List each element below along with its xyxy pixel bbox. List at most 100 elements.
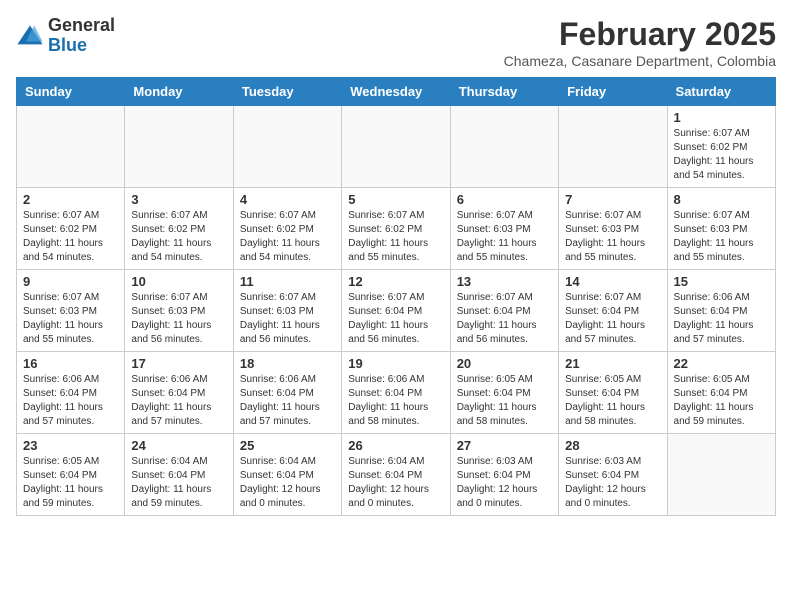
day-number: 21: [565, 356, 660, 371]
calendar-cell: [667, 434, 775, 516]
day-info: Sunrise: 6:07 AM Sunset: 6:03 PM Dayligh…: [674, 209, 769, 265]
calendar-cell: [342, 106, 450, 188]
calendar-cell: 14 Sunrise: 6:07 AM Sunset: 6:04 PM Dayli…: [559, 270, 667, 352]
calendar-cell: 10 Sunrise: 6:07 AM Sunset: 6:03 PM Dayli…: [125, 270, 233, 352]
month-year: February 2025: [504, 16, 776, 53]
calendar-week-5: 23 Sunrise: 6:05 AM Sunset: 6:04 PM Dayli…: [17, 434, 776, 516]
day-number: 10: [131, 274, 226, 289]
day-info: Sunrise: 6:06 AM Sunset: 6:04 PM Dayligh…: [348, 373, 443, 429]
weekday-header-thursday: Thursday: [450, 78, 558, 106]
calendar-week-3: 9Sunrise: 6:07 AM Sunset: 6:03 PM Daylig…: [17, 270, 776, 352]
calendar-week-1: 1 Sunrise: 6:07 AM Sunset: 6:02 PM Daylig…: [17, 106, 776, 188]
day-info: Sunrise: 6:06 AM Sunset: 6:04 PM Dayligh…: [23, 373, 118, 429]
calendar-cell: 4 Sunrise: 6:07 AM Sunset: 6:02 PM Daylig…: [233, 188, 341, 270]
day-number: 23: [23, 438, 118, 453]
day-number: 3: [131, 192, 226, 207]
title-block: February 2025 Chameza, Casanare Departme…: [504, 16, 776, 69]
day-info: Sunrise: 6:07 AM Sunset: 6:03 PM Dayligh…: [240, 291, 335, 347]
calendar-cell: 7Sunrise: 6:07 AM Sunset: 6:03 PM Daylig…: [559, 188, 667, 270]
day-number: 27: [457, 438, 552, 453]
day-info: Sunrise: 6:04 AM Sunset: 6:04 PM Dayligh…: [240, 455, 335, 511]
calendar-cell: 2 Sunrise: 6:07 AM Sunset: 6:02 PM Daylig…: [17, 188, 125, 270]
calendar-cell: 5 Sunrise: 6:07 AM Sunset: 6:02 PM Daylig…: [342, 188, 450, 270]
calendar-cell: 13 Sunrise: 6:07 AM Sunset: 6:04 PM Dayli…: [450, 270, 558, 352]
day-number: 26: [348, 438, 443, 453]
day-info: Sunrise: 6:07 AM Sunset: 6:02 PM Dayligh…: [240, 209, 335, 265]
day-info: Sunrise: 6:04 AM Sunset: 6:04 PM Dayligh…: [131, 455, 226, 511]
calendar-cell: 21 Sunrise: 6:05 AM Sunset: 6:04 PM Dayli…: [559, 352, 667, 434]
day-info: Sunrise: 6:04 AM Sunset: 6:04 PM Dayligh…: [348, 455, 443, 511]
weekday-header-friday: Friday: [559, 78, 667, 106]
day-info: Sunrise: 6:06 AM Sunset: 6:04 PM Dayligh…: [674, 291, 769, 347]
calendar-cell: 8Sunrise: 6:07 AM Sunset: 6:03 PM Daylig…: [667, 188, 775, 270]
logo-general-text: General: [48, 15, 115, 35]
day-number: 6: [457, 192, 552, 207]
calendar-cell: 25 Sunrise: 6:04 AM Sunset: 6:04 PM Dayli…: [233, 434, 341, 516]
day-number: 1: [674, 110, 769, 125]
day-number: 22: [674, 356, 769, 371]
calendar-cell: 27 Sunrise: 6:03 AM Sunset: 6:04 PM Dayli…: [450, 434, 558, 516]
calendar-cell: 16 Sunrise: 6:06 AM Sunset: 6:04 PM Dayli…: [17, 352, 125, 434]
day-info: Sunrise: 6:05 AM Sunset: 6:04 PM Dayligh…: [23, 455, 118, 511]
weekday-header-tuesday: Tuesday: [233, 78, 341, 106]
calendar-cell: 17 Sunrise: 6:06 AM Sunset: 6:04 PM Dayli…: [125, 352, 233, 434]
day-number: 25: [240, 438, 335, 453]
day-number: 11: [240, 274, 335, 289]
day-info: Sunrise: 6:06 AM Sunset: 6:04 PM Dayligh…: [240, 373, 335, 429]
logo: General Blue: [16, 16, 115, 56]
calendar-cell: 19 Sunrise: 6:06 AM Sunset: 6:04 PM Dayli…: [342, 352, 450, 434]
calendar-cell: 26 Sunrise: 6:04 AM Sunset: 6:04 PM Dayli…: [342, 434, 450, 516]
day-info: Sunrise: 6:05 AM Sunset: 6:04 PM Dayligh…: [674, 373, 769, 429]
day-number: 7: [565, 192, 660, 207]
calendar-cell: 11 Sunrise: 6:07 AM Sunset: 6:03 PM Dayli…: [233, 270, 341, 352]
day-info: Sunrise: 6:07 AM Sunset: 6:04 PM Dayligh…: [565, 291, 660, 347]
day-info: Sunrise: 6:07 AM Sunset: 6:02 PM Dayligh…: [674, 127, 769, 183]
calendar-cell: 18 Sunrise: 6:06 AM Sunset: 6:04 PM Dayli…: [233, 352, 341, 434]
day-info: Sunrise: 6:07 AM Sunset: 6:03 PM Dayligh…: [457, 209, 552, 265]
calendar-cell: [17, 106, 125, 188]
calendar-cell: 3Sunrise: 6:07 AM Sunset: 6:02 PM Daylig…: [125, 188, 233, 270]
day-number: 18: [240, 356, 335, 371]
weekday-header-sunday: Sunday: [17, 78, 125, 106]
day-number: 17: [131, 356, 226, 371]
weekday-header-monday: Monday: [125, 78, 233, 106]
calendar-cell: 22 Sunrise: 6:05 AM Sunset: 6:04 PM Dayli…: [667, 352, 775, 434]
page-header: General Blue February 2025 Chameza, Casa…: [16, 16, 776, 69]
logo-blue-text: Blue: [48, 35, 87, 55]
day-info: Sunrise: 6:07 AM Sunset: 6:02 PM Dayligh…: [348, 209, 443, 265]
day-info: Sunrise: 6:07 AM Sunset: 6:04 PM Dayligh…: [457, 291, 552, 347]
calendar-cell: [450, 106, 558, 188]
calendar-cell: 12Sunrise: 6:07 AM Sunset: 6:04 PM Dayli…: [342, 270, 450, 352]
day-number: 4: [240, 192, 335, 207]
day-info: Sunrise: 6:06 AM Sunset: 6:04 PM Dayligh…: [131, 373, 226, 429]
calendar-week-4: 16 Sunrise: 6:06 AM Sunset: 6:04 PM Dayli…: [17, 352, 776, 434]
day-info: Sunrise: 6:03 AM Sunset: 6:04 PM Dayligh…: [457, 455, 552, 511]
day-number: 28: [565, 438, 660, 453]
calendar-cell: 23 Sunrise: 6:05 AM Sunset: 6:04 PM Dayli…: [17, 434, 125, 516]
calendar-cell: 24 Sunrise: 6:04 AM Sunset: 6:04 PM Dayli…: [125, 434, 233, 516]
calendar-cell: 9Sunrise: 6:07 AM Sunset: 6:03 PM Daylig…: [17, 270, 125, 352]
calendar-cell: 28Sunrise: 6:03 AM Sunset: 6:04 PM Dayli…: [559, 434, 667, 516]
day-number: 24: [131, 438, 226, 453]
location: Chameza, Casanare Department, Colombia: [504, 53, 776, 69]
calendar-cell: [233, 106, 341, 188]
weekday-header-wednesday: Wednesday: [342, 78, 450, 106]
day-number: 19: [348, 356, 443, 371]
calendar-cell: [559, 106, 667, 188]
weekday-header-row: SundayMondayTuesdayWednesdayThursdayFrid…: [17, 78, 776, 106]
day-info: Sunrise: 6:05 AM Sunset: 6:04 PM Dayligh…: [565, 373, 660, 429]
day-info: Sunrise: 6:07 AM Sunset: 6:03 PM Dayligh…: [131, 291, 226, 347]
day-info: Sunrise: 6:05 AM Sunset: 6:04 PM Dayligh…: [457, 373, 552, 429]
day-number: 14: [565, 274, 660, 289]
day-info: Sunrise: 6:07 AM Sunset: 6:02 PM Dayligh…: [23, 209, 118, 265]
calendar-cell: 20 Sunrise: 6:05 AM Sunset: 6:04 PM Dayli…: [450, 352, 558, 434]
day-number: 5: [348, 192, 443, 207]
calendar-table: SundayMondayTuesdayWednesdayThursdayFrid…: [16, 77, 776, 516]
day-number: 15: [674, 274, 769, 289]
calendar-cell: 6 Sunrise: 6:07 AM Sunset: 6:03 PM Daylig…: [450, 188, 558, 270]
day-number: 13: [457, 274, 552, 289]
weekday-header-saturday: Saturday: [667, 78, 775, 106]
day-number: 16: [23, 356, 118, 371]
day-number: 20: [457, 356, 552, 371]
day-number: 2: [23, 192, 118, 207]
